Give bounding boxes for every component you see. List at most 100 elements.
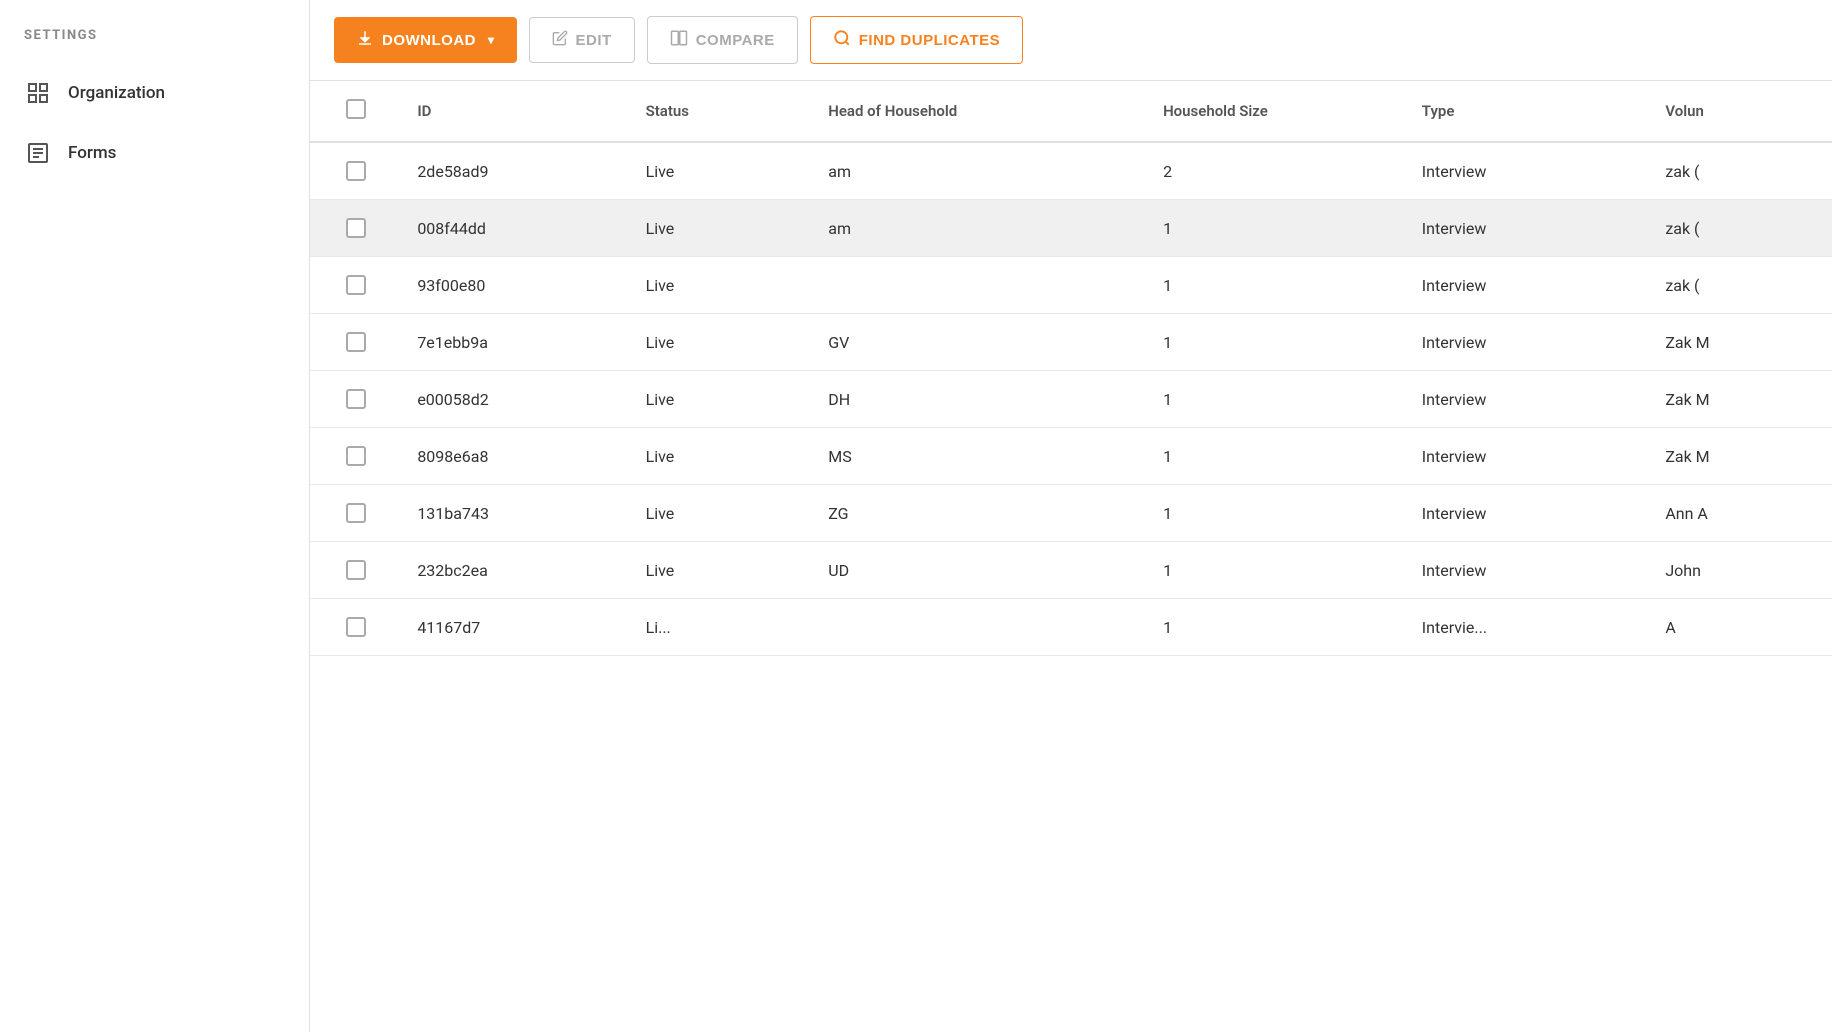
table-row: 93f00e80 Live 1 Interview zak ( (310, 257, 1832, 314)
row-type: Interview (1406, 142, 1650, 200)
row-household-size: 1 (1147, 485, 1406, 542)
row-status: Live (630, 542, 813, 599)
row-status: Live (630, 257, 813, 314)
row-head-of-household: MS (812, 428, 1147, 485)
row-checkbox-cell[interactable] (310, 200, 401, 257)
header-head-of-household: Head of Household (812, 81, 1147, 142)
data-table: ID Status Head of Household Household Si… (310, 81, 1832, 656)
row-id: 41167d7 (401, 599, 629, 656)
row-checkbox-cell[interactable] (310, 257, 401, 314)
row-id: 7e1ebb9a (401, 314, 629, 371)
row-type: Interview (1406, 371, 1650, 428)
row-status: Live (630, 371, 813, 428)
row-volume: Zak M (1649, 428, 1832, 485)
edit-label: EDIT (576, 32, 612, 49)
compare-button[interactable]: COMPARE (647, 16, 798, 64)
row-id: 232bc2ea (401, 542, 629, 599)
row-household-size: 1 (1147, 371, 1406, 428)
row-checkbox[interactable] (346, 389, 366, 409)
sidebar-item-organization-label: Organization (68, 83, 165, 103)
table-row: 008f44dd Live am 1 Interview zak ( (310, 200, 1832, 257)
row-head-of-household: am (812, 142, 1147, 200)
table-row: 2de58ad9 Live am 2 Interview zak ( (310, 142, 1832, 200)
row-checkbox-cell[interactable] (310, 314, 401, 371)
row-checkbox[interactable] (346, 275, 366, 295)
row-checkbox-cell[interactable] (310, 485, 401, 542)
row-status: Live (630, 428, 813, 485)
table-row: 8098e6a8 Live MS 1 Interview Zak M (310, 428, 1832, 485)
row-household-size: 1 (1147, 542, 1406, 599)
row-volume: zak ( (1649, 200, 1832, 257)
row-checkbox[interactable] (346, 218, 366, 238)
sidebar: SETTINGS Organization Forms (0, 0, 310, 1032)
row-checkbox-cell[interactable] (310, 428, 401, 485)
table-row: 131ba743 Live ZG 1 Interview Ann A (310, 485, 1832, 542)
row-volume: zak ( (1649, 257, 1832, 314)
row-checkbox[interactable] (346, 332, 366, 352)
edit-icon (552, 30, 568, 50)
row-status: Li... (630, 599, 813, 656)
row-checkbox[interactable] (346, 617, 366, 637)
download-label: DOWNLOAD (382, 32, 476, 49)
row-id: 8098e6a8 (401, 428, 629, 485)
header-checkbox-cell[interactable] (310, 81, 401, 142)
row-head-of-household: DH (812, 371, 1147, 428)
download-button[interactable]: DOWNLOAD ▾ (334, 17, 517, 63)
row-checkbox[interactable] (346, 161, 366, 181)
header-type: Type (1406, 81, 1650, 142)
row-household-size: 1 (1147, 599, 1406, 656)
row-type: Intervie... (1406, 599, 1650, 656)
row-id: 131ba743 (401, 485, 629, 542)
row-checkbox-cell[interactable] (310, 599, 401, 656)
row-volume: Zak M (1649, 314, 1832, 371)
row-head-of-household: GV (812, 314, 1147, 371)
row-head-of-household: am (812, 200, 1147, 257)
table-container: ID Status Head of Household Household Si… (310, 81, 1832, 1032)
find-duplicates-button[interactable]: FIND DUPLICATES (810, 16, 1023, 64)
table-row: e00058d2 Live DH 1 Interview Zak M (310, 371, 1832, 428)
row-checkbox-cell[interactable] (310, 142, 401, 200)
row-volume: Zak M (1649, 371, 1832, 428)
row-head-of-household (812, 599, 1147, 656)
row-type: Interview (1406, 200, 1650, 257)
row-type: Interview (1406, 428, 1650, 485)
download-icon (356, 29, 374, 51)
table-row: 7e1ebb9a Live GV 1 Interview Zak M (310, 314, 1832, 371)
select-all-checkbox[interactable] (346, 99, 366, 119)
row-volume: John (1649, 542, 1832, 599)
settings-label: SETTINGS (0, 0, 309, 63)
row-id: e00058d2 (401, 371, 629, 428)
row-status: Live (630, 485, 813, 542)
compare-icon (670, 29, 688, 51)
edit-button[interactable]: EDIT (529, 17, 635, 63)
main-content: DOWNLOAD ▾ EDIT COMPARE (310, 0, 1832, 1032)
table-row: 41167d7 Li... 1 Intervie... A (310, 599, 1832, 656)
row-household-size: 1 (1147, 200, 1406, 257)
sidebar-item-forms-label: Forms (68, 143, 116, 163)
sidebar-item-forms[interactable]: Forms (0, 123, 309, 183)
row-type: Interview (1406, 485, 1650, 542)
row-checkbox[interactable] (346, 503, 366, 523)
grid-icon (24, 79, 52, 107)
row-id: 008f44dd (401, 200, 629, 257)
row-head-of-household: ZG (812, 485, 1147, 542)
row-head-of-household: UD (812, 542, 1147, 599)
row-id: 93f00e80 (401, 257, 629, 314)
row-household-size: 1 (1147, 257, 1406, 314)
header-id: ID (401, 81, 629, 142)
header-household-size: Household Size (1147, 81, 1406, 142)
row-status: Live (630, 200, 813, 257)
row-volume: Ann A (1649, 485, 1832, 542)
header-volume: Volun (1649, 81, 1832, 142)
sidebar-item-organization[interactable]: Organization (0, 63, 309, 123)
row-id: 2de58ad9 (401, 142, 629, 200)
row-checkbox[interactable] (346, 560, 366, 580)
download-chevron-icon: ▾ (488, 33, 495, 47)
row-type: Interview (1406, 257, 1650, 314)
row-type: Interview (1406, 314, 1650, 371)
row-checkbox-cell[interactable] (310, 542, 401, 599)
find-duplicates-label: FIND DUPLICATES (859, 32, 1000, 49)
row-checkbox[interactable] (346, 446, 366, 466)
row-household-size: 1 (1147, 314, 1406, 371)
row-checkbox-cell[interactable] (310, 371, 401, 428)
